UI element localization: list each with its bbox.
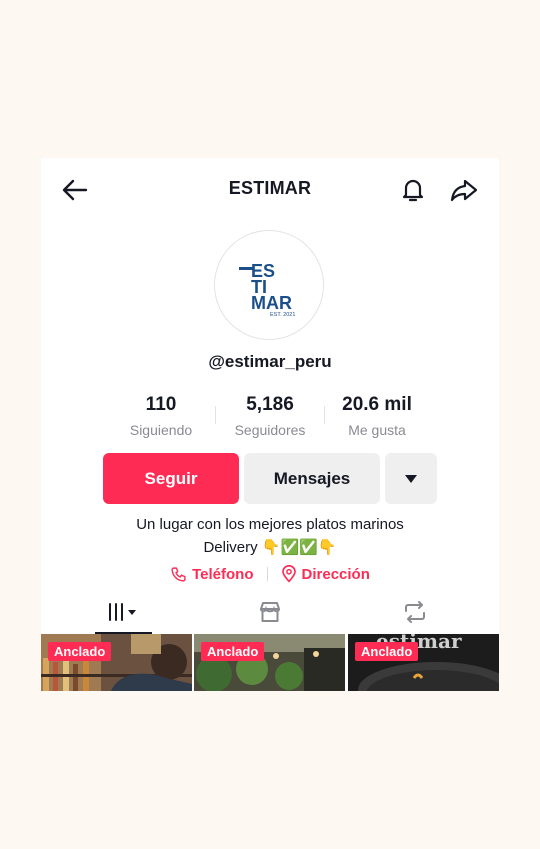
- contact-links: Teléfono Dirección: [41, 565, 499, 583]
- more-options-button[interactable]: [385, 453, 437, 504]
- tab-reposts[interactable]: [339, 590, 491, 634]
- video-thumbnail[interactable]: Anclado: [41, 634, 192, 691]
- address-link[interactable]: Dirección: [281, 565, 370, 583]
- stat-likes[interactable]: 20.6 mil Me gusta: [322, 394, 432, 438]
- stat-value: 110: [145, 394, 177, 415]
- share-button[interactable]: [448, 174, 480, 206]
- estimar-logo: ES TI MAR EST. 2021: [239, 261, 295, 318]
- follow-button[interactable]: Seguir: [103, 453, 239, 504]
- caret-down-icon: [405, 474, 417, 483]
- bio-line-2: Delivery 👇✅✅👇: [203, 539, 337, 556]
- pinned-badge: Anclado: [355, 642, 419, 661]
- stat-label: Me gusta: [348, 422, 406, 438]
- video-grid: Anclado Anclado estimar Anclado: [41, 634, 499, 691]
- address-label: Dirección: [301, 565, 370, 583]
- location-pin-icon: [281, 565, 296, 583]
- bell-icon: [402, 179, 424, 202]
- pinned-badge: Anclado: [48, 642, 112, 661]
- phone-label: Teléfono: [192, 565, 254, 583]
- username: @estimar_peru: [208, 352, 332, 371]
- logo-line3: MAR: [251, 293, 292, 313]
- content-tabs: [41, 590, 499, 634]
- tab-videos[interactable]: [48, 590, 200, 634]
- stat-followers[interactable]: 5,186 Seguidores: [215, 394, 325, 438]
- tab-shop[interactable]: [194, 590, 346, 634]
- grid-icon: [109, 603, 136, 621]
- phone-icon: [171, 566, 186, 582]
- stat-following[interactable]: 110 Siguiendo: [106, 394, 216, 438]
- stat-value: 20.6 mil: [342, 394, 412, 415]
- repost-icon: [405, 601, 425, 623]
- phone-link[interactable]: Teléfono: [170, 565, 254, 583]
- top-bar: ESTIMAR: [41, 158, 499, 218]
- shop-icon: [260, 602, 280, 622]
- notifications-button[interactable]: [397, 174, 429, 206]
- pinned-badge: Anclado: [201, 642, 265, 661]
- stat-label: Siguiendo: [129, 422, 193, 438]
- share-icon: [450, 179, 478, 202]
- video-thumbnail[interactable]: Anclado: [194, 634, 345, 691]
- logo-est: EST. 2021: [270, 312, 295, 318]
- avatar[interactable]: ES TI MAR EST. 2021: [214, 230, 324, 340]
- bio-line-1: Un lugar con los mejores platos marinos: [136, 516, 404, 533]
- divider: [266, 567, 268, 581]
- profile-card: ESTIMAR ES TI MAR EST. 2021 @estimar_per…: [41, 158, 499, 691]
- stat-value: 5,186: [246, 394, 294, 415]
- stat-label: Seguidores: [234, 422, 306, 438]
- video-thumbnail[interactable]: estimar Anclado: [348, 634, 499, 691]
- message-button[interactable]: Mensajes: [244, 453, 380, 504]
- page-title: ESTIMAR: [228, 178, 312, 198]
